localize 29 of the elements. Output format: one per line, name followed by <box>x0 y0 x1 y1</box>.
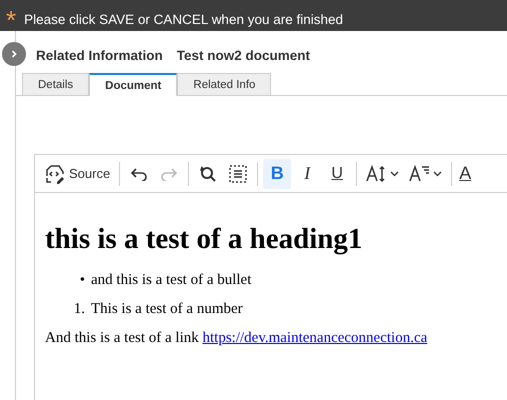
caret-icon <box>390 170 400 176</box>
expand-button[interactable] <box>2 42 26 66</box>
link[interactable]: https://dev.maintenanceconnection.ca <box>202 330 428 346</box>
select-all-icon <box>228 164 248 184</box>
undo-icon <box>130 166 148 180</box>
caret-icon <box>433 170 442 176</box>
bold-button[interactable]: B <box>263 158 292 188</box>
paragraph: And this is a test of a link https://dev.maintenanceconnection.ca <box>45 330 428 347</box>
heading: this is a test of a heading1 <box>45 223 364 256</box>
asterisk-mark: * <box>6 10 16 30</box>
chevron-right-icon <box>9 49 19 59</box>
font-color-button[interactable]: A <box>457 158 474 188</box>
numbered-item: This is a test of a number <box>91 301 243 318</box>
underline-button[interactable]: U <box>323 158 352 188</box>
tab[interactable]: Document <box>89 73 178 96</box>
code-icon <box>45 164 65 184</box>
font-format-icon <box>409 164 432 182</box>
source-button[interactable]: Source <box>41 158 114 188</box>
search-icon <box>198 164 218 184</box>
banner-message: Please click SAVE or CANCEL when you are finished <box>24 12 344 27</box>
number-marker: 1. <box>72 301 85 318</box>
tab[interactable]: Related Info <box>177 73 272 95</box>
tab[interactable]: Details <box>22 73 90 95</box>
bullet-marker: • <box>78 272 85 289</box>
document-title: Test now2 document <box>176 48 310 65</box>
italic-button[interactable]: I <box>293 158 322 188</box>
redo-icon <box>160 166 178 180</box>
panel-title: Related Information <box>36 48 163 65</box>
bullet-item: and this is a test of a bullet <box>91 272 252 289</box>
